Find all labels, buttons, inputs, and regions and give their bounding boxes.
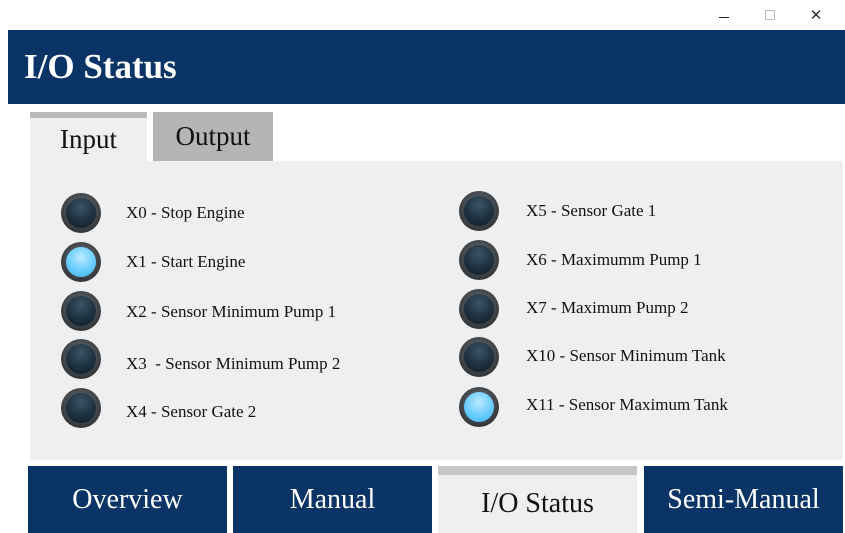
io-label-x11: X11 - Sensor Maximum Tank [526, 395, 728, 414]
io-label-x3: X3 - Sensor Minimum Pump 2 [126, 354, 341, 373]
status-led-x10 [459, 337, 499, 377]
header-bar: I/O Status [8, 30, 845, 104]
close-button[interactable]: ✕ [793, 4, 839, 26]
status-led-x2 [61, 291, 101, 331]
page-title: I/O Status [24, 47, 177, 86]
io-label-x4: X4 - Sensor Gate 2 [126, 402, 257, 421]
status-led-x1 [61, 242, 101, 282]
status-led-x0 [61, 193, 101, 233]
nav-semi-manual-button[interactable]: Semi-Manual [644, 466, 843, 533]
io-label-x2: X2 - Sensor Minimum Pump 1 [126, 302, 337, 321]
maximize-icon [765, 10, 775, 20]
io-label-x5: X5 - Sensor Gate 1 [526, 201, 657, 220]
io-label-x1: X1 - Start Engine [126, 252, 246, 271]
minimize-icon [719, 16, 729, 18]
status-led-x7 [459, 289, 499, 329]
status-led-x6 [459, 240, 499, 280]
nav-io-status-button[interactable]: I/O Status [438, 466, 637, 533]
status-led-x3 [61, 339, 101, 379]
minimize-button[interactable] [701, 4, 747, 26]
maximize-button[interactable] [747, 4, 793, 26]
status-led-x5 [459, 191, 499, 231]
nav-manual-button[interactable]: Manual [233, 466, 432, 533]
status-led-x4 [61, 388, 101, 428]
close-icon: ✕ [809, 5, 823, 24]
io-label-x6: X6 - Maximumm Pump 1 [526, 250, 702, 269]
tab-input[interactable]: Input [30, 112, 147, 161]
io-label-x10: X10 - Sensor Minimum Tank [526, 346, 726, 365]
io-panel: X0 - Stop Engine X1 - Start Engine X2 - … [30, 161, 843, 460]
io-label-x7: X7 - Maximum Pump 2 [526, 298, 689, 317]
nav-overview-button[interactable]: Overview [28, 466, 227, 533]
status-led-x11 [459, 387, 499, 427]
tab-output[interactable]: Output [153, 112, 273, 161]
io-label-x0: X0 - Stop Engine [126, 203, 245, 222]
window-controls: ✕ [701, 4, 839, 26]
